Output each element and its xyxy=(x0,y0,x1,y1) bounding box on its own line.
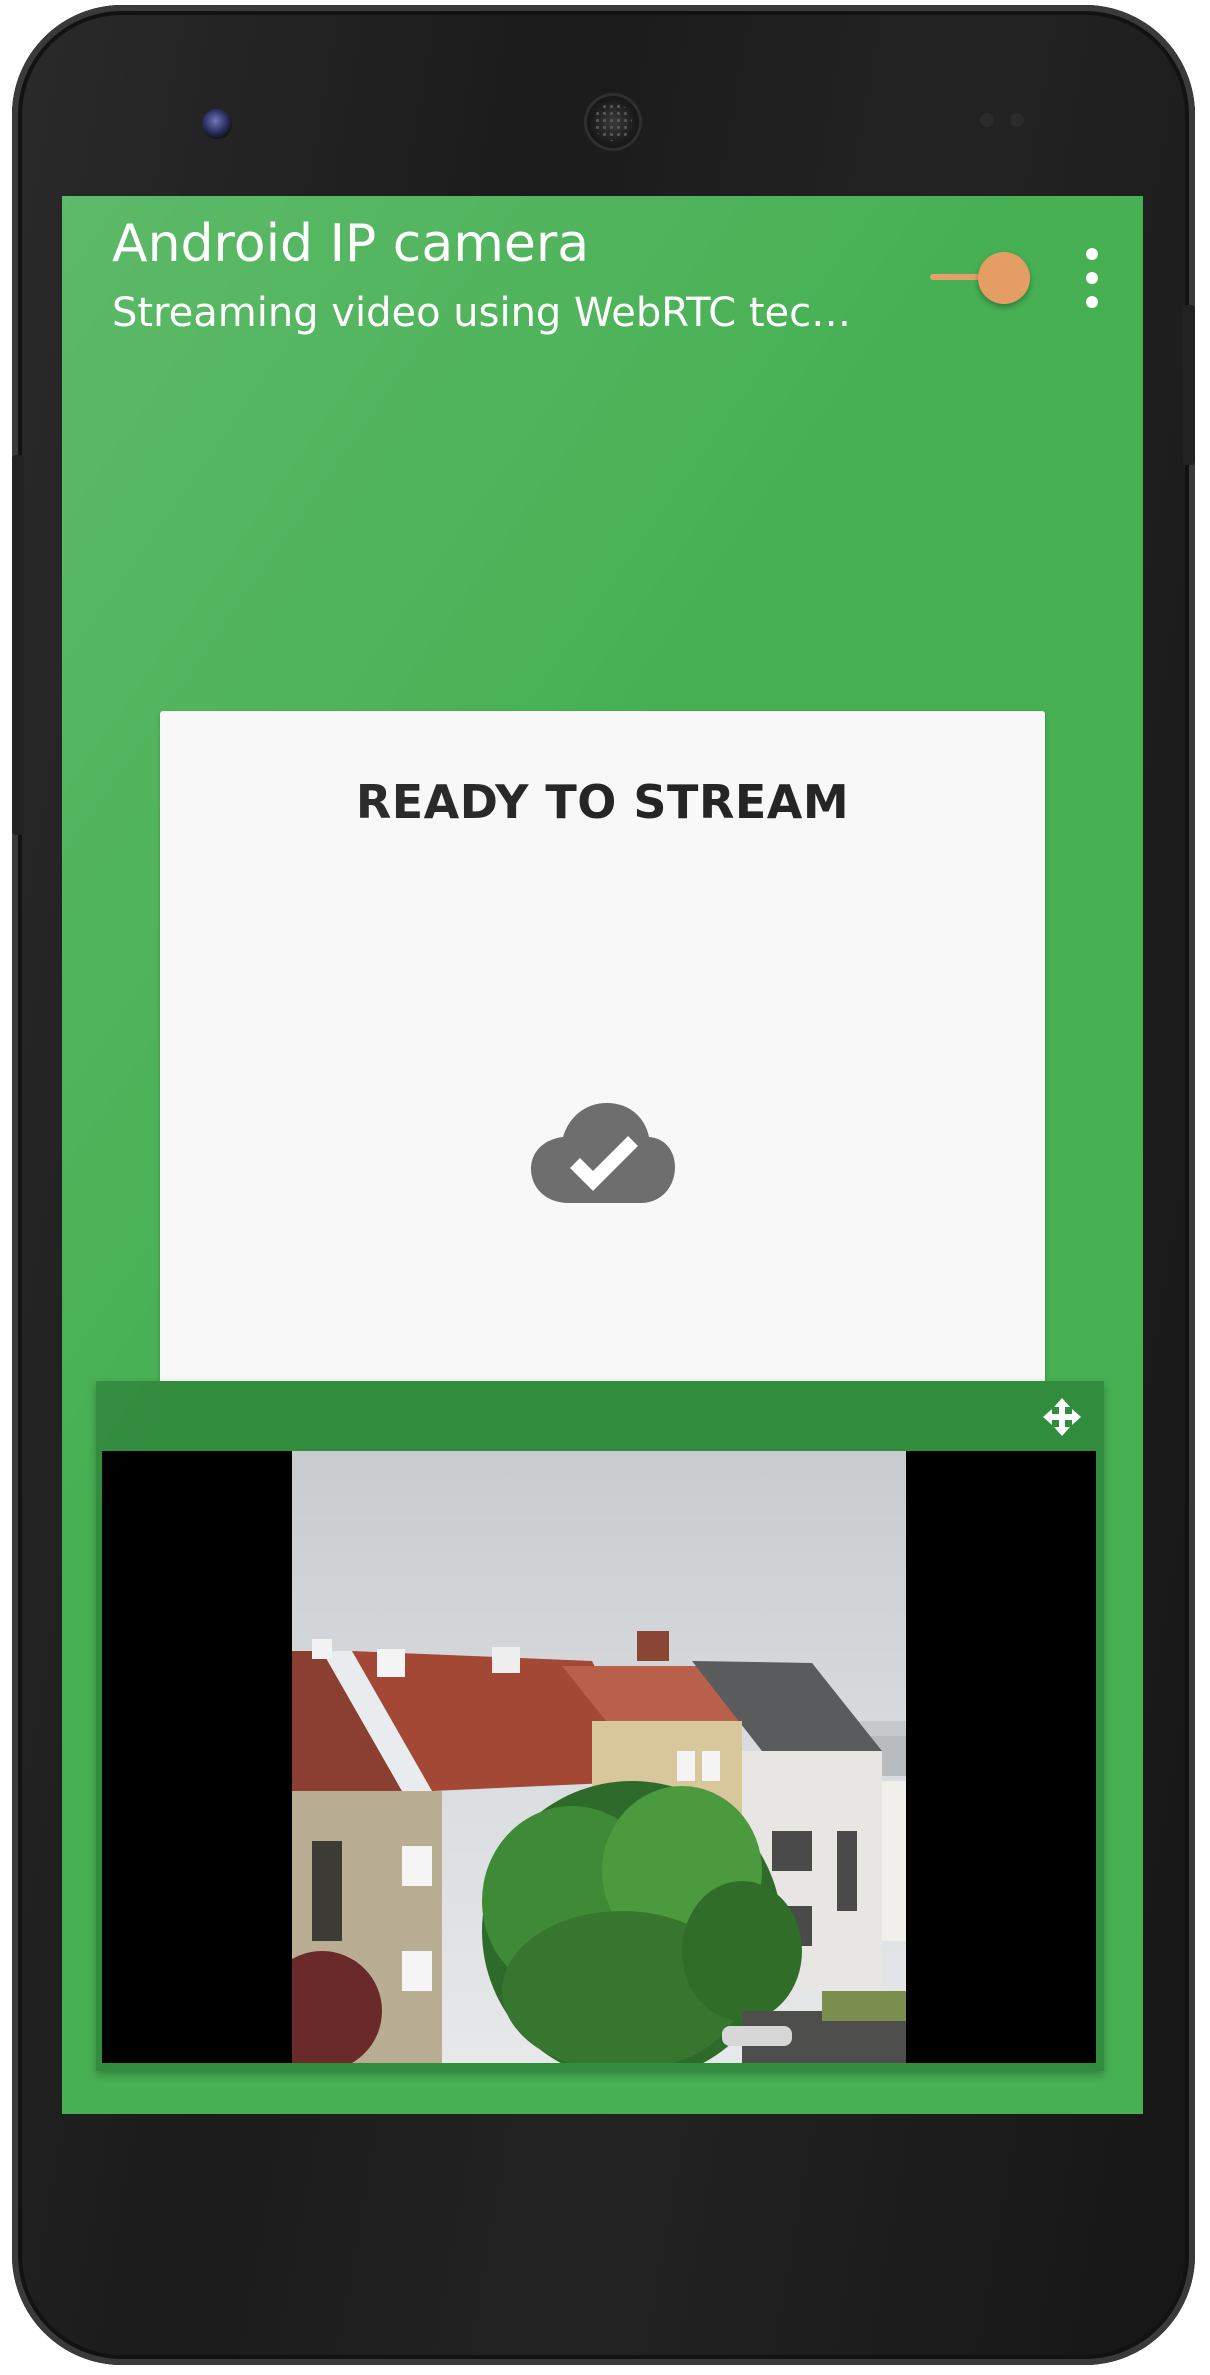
power-button xyxy=(1183,305,1195,465)
status-title: READY TO STREAM xyxy=(355,775,850,829)
camera-preview-image xyxy=(292,1451,906,2063)
stream-toggle-switch[interactable] xyxy=(930,250,1034,306)
camera-preview-window[interactable] xyxy=(96,1381,1104,2071)
cloud-done-icon xyxy=(531,1103,675,1203)
status-card: READY TO STREAM xyxy=(160,711,1045,1391)
app-bar: Android IP camera Streaming video using … xyxy=(62,196,1143,366)
move-arrows-icon[interactable] xyxy=(1042,1397,1082,1437)
video-area xyxy=(102,1451,1096,2063)
more-vert-icon[interactable] xyxy=(1072,248,1112,308)
app-screen: Android IP camera Streaming video using … xyxy=(62,196,1143,2114)
proximity-sensor-icon xyxy=(980,111,1040,129)
front-camera-icon xyxy=(202,109,232,139)
toggle-thumb xyxy=(978,252,1030,304)
volume-button xyxy=(12,455,24,835)
preview-header[interactable] xyxy=(96,1381,1104,1451)
page: Android IP camera Streaming video using … xyxy=(0,0,1210,2375)
earpiece-speaker-icon xyxy=(584,93,642,151)
app-title: Android IP camera xyxy=(112,214,590,274)
app-subtitle: Streaming video using WebRTC tec… xyxy=(112,290,852,336)
